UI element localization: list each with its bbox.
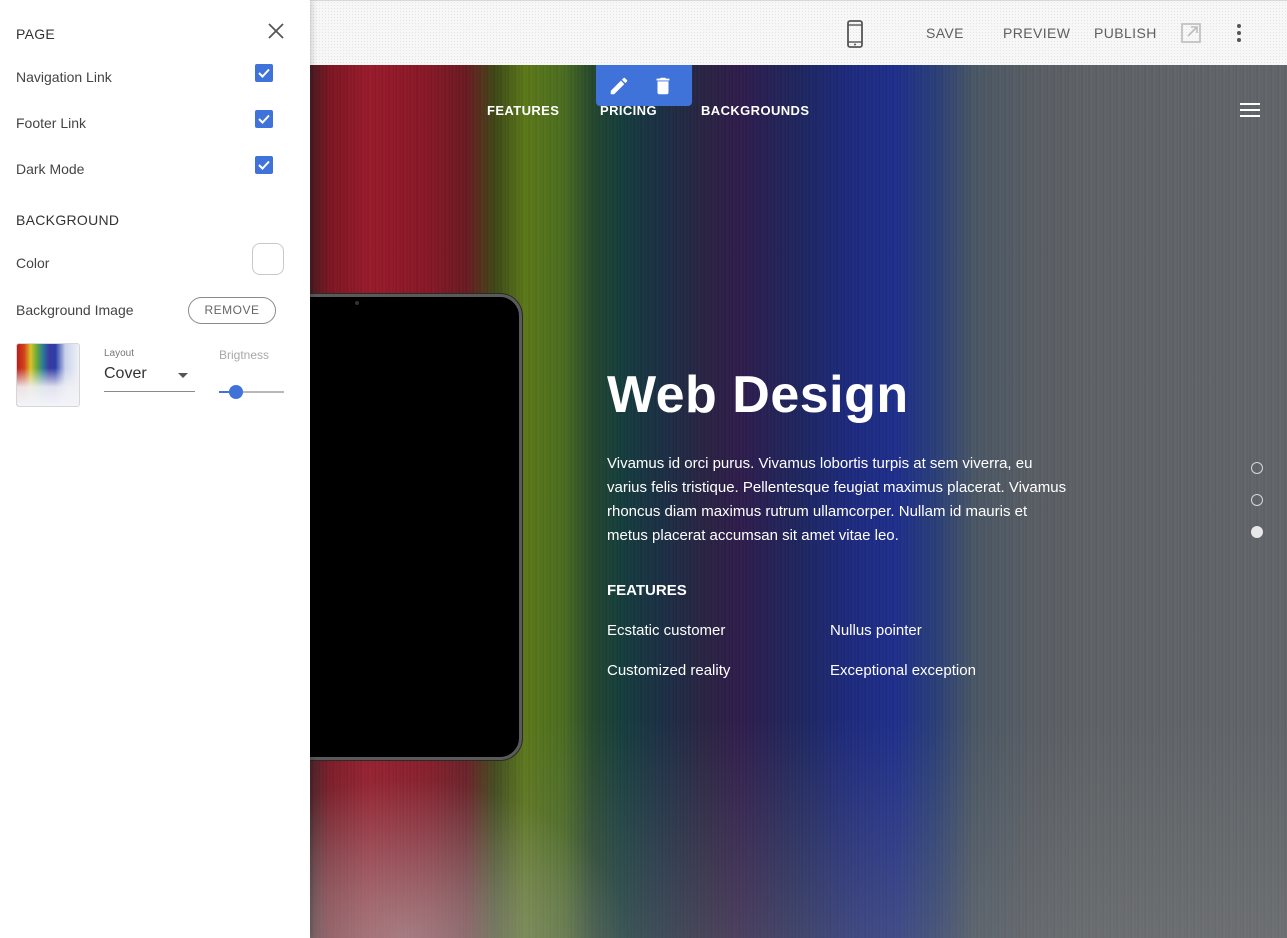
slide-dot-1[interactable] bbox=[1251, 462, 1263, 474]
slide-dot-3-active[interactable] bbox=[1251, 526, 1263, 538]
site-nav-features[interactable]: FEATURES bbox=[487, 103, 559, 118]
site-preview-canvas: FEATURES PRICING BACKGROUNDS Web Design … bbox=[310, 65, 1287, 938]
brightness-label: Brigtness bbox=[219, 348, 270, 362]
hero-title: Web Design bbox=[607, 366, 909, 424]
feature-item: Exceptional exception bbox=[830, 662, 976, 679]
footer-link-label: Footer Link bbox=[16, 115, 87, 131]
page-settings-panel: PAGE Navigation Link Footer Link Dark Mo… bbox=[0, 0, 310, 938]
edit-popover bbox=[596, 65, 692, 106]
footer-link-checkbox[interactable] bbox=[255, 110, 273, 128]
color-swatch[interactable] bbox=[252, 243, 284, 275]
external-link-icon[interactable] bbox=[1180, 22, 1202, 44]
check-icon bbox=[258, 114, 270, 124]
phone-mockup bbox=[310, 294, 522, 760]
chevron-down-icon bbox=[178, 373, 188, 378]
feature-item: Ecstatic customer bbox=[607, 622, 726, 639]
phone-icon[interactable] bbox=[843, 19, 867, 49]
site-nav-backgrounds[interactable]: BACKGROUNDS bbox=[701, 103, 809, 118]
navigation-link-label: Navigation Link bbox=[16, 69, 112, 85]
publish-button[interactable]: PUBLISH bbox=[1094, 23, 1157, 43]
background-thumbnail[interactable] bbox=[16, 343, 80, 407]
layout-select[interactable]: Cover bbox=[104, 365, 195, 392]
features-heading: FEATURES bbox=[607, 582, 687, 599]
hero-text: Vivamus id orci purus. Vivamus lobortis … bbox=[607, 455, 1067, 544]
background-image-label: Background Image bbox=[16, 302, 134, 318]
close-icon[interactable] bbox=[266, 21, 286, 41]
check-icon bbox=[258, 68, 270, 78]
brightness-slider[interactable] bbox=[219, 384, 284, 400]
more-vert-icon[interactable] bbox=[1228, 21, 1250, 45]
layout-value: Cover bbox=[104, 365, 147, 382]
background-heading: BACKGROUND bbox=[16, 212, 120, 228]
dark-mode-label: Dark Mode bbox=[16, 161, 85, 177]
camera-dot bbox=[355, 301, 359, 305]
dark-mode-checkbox[interactable] bbox=[255, 156, 273, 174]
slider-knob[interactable] bbox=[229, 385, 244, 399]
page-heading: PAGE bbox=[16, 26, 56, 42]
navigation-link-checkbox[interactable] bbox=[255, 64, 273, 82]
menu-icon[interactable] bbox=[1240, 103, 1260, 119]
pencil-icon[interactable] bbox=[608, 75, 630, 97]
remove-button[interactable]: REMOVE bbox=[188, 297, 276, 324]
check-icon bbox=[258, 160, 270, 170]
thumbnail-wash bbox=[17, 368, 79, 406]
feature-item: Nullus pointer bbox=[830, 622, 922, 639]
save-button[interactable]: SAVE bbox=[926, 23, 964, 43]
preview-button[interactable]: PREVIEW bbox=[1003, 23, 1070, 43]
trash-icon[interactable] bbox=[652, 75, 674, 97]
color-label: Color bbox=[16, 255, 50, 271]
layout-label: Layout bbox=[104, 348, 135, 359]
slide-dot-2[interactable] bbox=[1251, 494, 1263, 506]
paint-wash bbox=[310, 778, 630, 938]
feature-item: Customized reality bbox=[607, 662, 731, 679]
